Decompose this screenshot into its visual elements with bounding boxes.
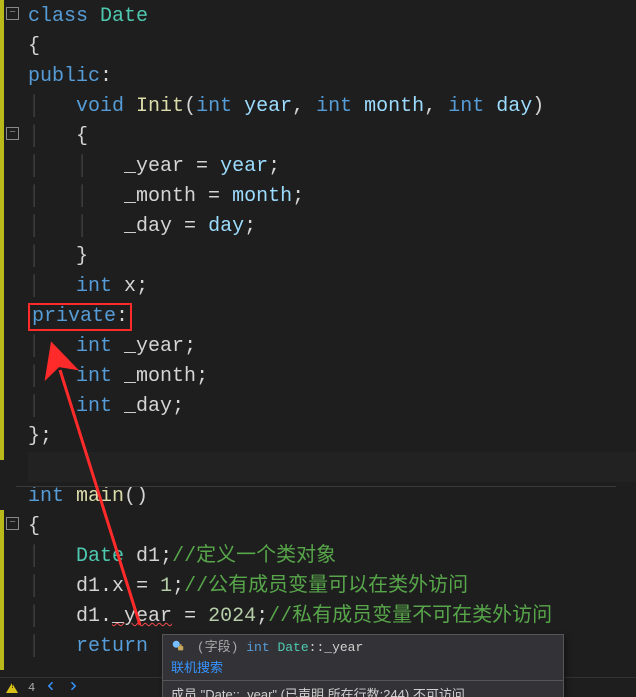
brace: } — [76, 245, 88, 268]
type: int — [76, 275, 112, 298]
member: _month — [124, 185, 196, 208]
member: _month — [124, 365, 196, 388]
fold-icon[interactable] — [6, 517, 19, 530]
brace: { — [28, 515, 40, 538]
type: int — [76, 365, 112, 388]
class-name: Date — [100, 5, 148, 28]
section-divider — [16, 486, 616, 487]
class-name: Date — [76, 545, 124, 568]
tooltip-class: Date — [277, 640, 308, 655]
brace: { — [76, 125, 88, 148]
warning-count[interactable]: 4 — [28, 681, 35, 695]
type: int — [28, 485, 64, 508]
param: day — [208, 215, 244, 238]
param: day — [496, 95, 532, 118]
number: 2024 — [208, 605, 256, 628]
param: year — [244, 95, 292, 118]
type: int — [76, 395, 112, 418]
gutter — [0, 0, 20, 662]
param: month — [232, 185, 292, 208]
member: x — [124, 275, 136, 298]
keyword-public: public — [28, 65, 100, 88]
tooltip-tag: (字段) — [197, 640, 239, 655]
warning-icon[interactable] — [6, 683, 18, 693]
member: x — [112, 575, 124, 598]
tooltip-error-message: 成员 "Date::_year" (已声明 所在行数:244) 不可访问 — [163, 680, 563, 697]
type: int — [448, 95, 484, 118]
type: int — [196, 95, 232, 118]
code-editor[interactable]: class Date { public: │ void Init(int yea… — [0, 0, 636, 662]
fold-icon[interactable] — [6, 7, 19, 20]
function-name: Init — [136, 95, 184, 118]
brace: }; — [28, 425, 52, 448]
param: year — [220, 155, 268, 178]
type: void — [76, 95, 124, 118]
comment: //私有成员变量不可在类外访问 — [268, 605, 552, 628]
tooltip-member: ::_year — [309, 640, 364, 655]
member: _year — [124, 155, 184, 178]
keyword: class — [28, 5, 88, 28]
variable: d1 — [76, 605, 100, 628]
change-marker — [0, 510, 4, 670]
fold-icon[interactable] — [6, 127, 19, 140]
keyword-return: return — [76, 635, 148, 658]
type: int — [316, 95, 352, 118]
tooltip-search-link[interactable]: 联机搜索 — [171, 660, 223, 675]
variable: d1 — [76, 575, 100, 598]
member: _day — [124, 395, 172, 418]
param: month — [364, 95, 424, 118]
type: int — [76, 335, 112, 358]
comment: //定义一个类对象 — [172, 545, 336, 568]
keyword-private: private — [32, 305, 116, 328]
tooltip-type: int — [246, 640, 269, 655]
field-icon — [171, 639, 185, 653]
error-member[interactable]: _year — [112, 605, 172, 628]
highlight-private: private: — [28, 303, 132, 331]
function-name: main — [76, 485, 124, 508]
member: _year — [124, 335, 184, 358]
member: _day — [124, 215, 172, 238]
comment: //公有成员变量可以在类外访问 — [184, 575, 468, 598]
variable: d1 — [136, 545, 160, 568]
nav-prev-icon[interactable] — [45, 680, 57, 696]
number: 1 — [160, 575, 172, 598]
brace: { — [28, 35, 40, 58]
nav-next-icon[interactable] — [67, 680, 79, 696]
change-marker — [0, 0, 4, 460]
intellisense-tooltip: (字段) int Date::_year 联机搜索 成员 "Date::_yea… — [162, 634, 564, 697]
